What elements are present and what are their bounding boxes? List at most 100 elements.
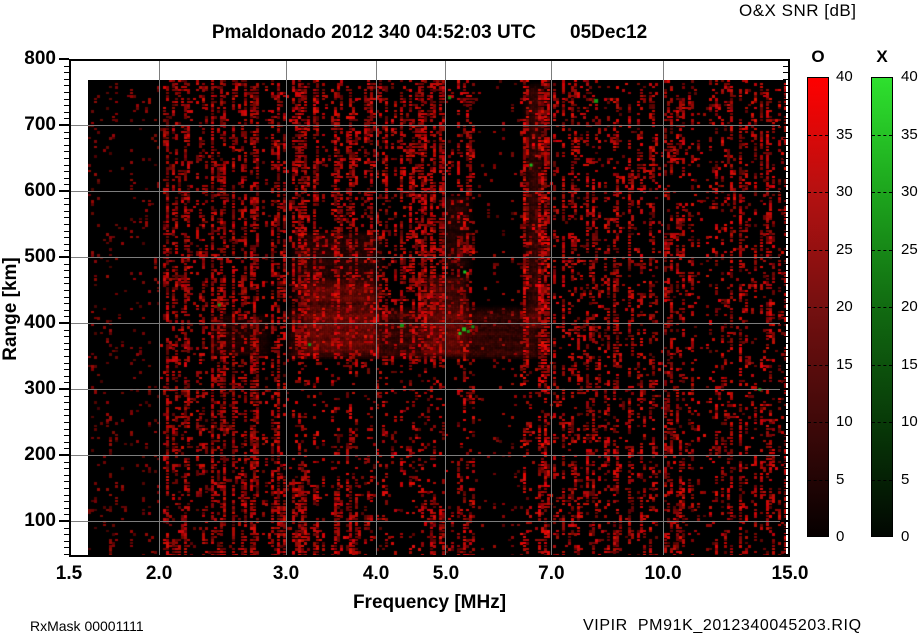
colorbar-tick-dash <box>808 364 828 366</box>
y-axis-minor-tick-right <box>783 237 790 239</box>
y-axis-minor-tick-right <box>783 435 790 437</box>
x-tick-label: 15.0 <box>771 563 809 584</box>
y-axis-major-tick <box>59 454 69 456</box>
y-axis-major-tick <box>59 256 69 258</box>
y-tick-label: 200 <box>24 444 56 465</box>
y-axis-minor-tick-right <box>783 369 790 371</box>
colorbar-tick-label: 25 <box>836 240 853 258</box>
y-axis-major-tick-right <box>780 190 790 192</box>
colorbar-tick-dash <box>872 422 892 423</box>
y-axis-minor-tick <box>64 204 69 206</box>
y-axis-minor-tick-right <box>783 375 790 377</box>
y-axis-minor-tick <box>64 481 69 483</box>
y-axis-minor-tick-right <box>783 65 790 67</box>
y-axis-minor-tick-right <box>783 402 790 404</box>
colorbar-tick-dash <box>808 422 828 423</box>
y-axis-minor-tick <box>64 309 69 311</box>
y-axis-minor-tick-right <box>783 468 790 470</box>
y-axis-minor-tick-right <box>783 448 790 450</box>
y-axis-minor-tick-right <box>783 171 790 173</box>
x-tick-label: 1.5 <box>55 563 83 584</box>
y-axis-minor-tick <box>64 441 69 443</box>
y-axis-minor-tick <box>64 111 69 113</box>
ionogram-figure: Pmaldonado 2012 340 04:52:03 UTC 05Dec12 … <box>0 0 922 636</box>
y-axis-minor-tick-right <box>783 177 790 179</box>
y-axis-minor-tick-right <box>783 217 790 219</box>
y-axis-minor-tick <box>64 224 69 225</box>
y-tick-label: 400 <box>24 312 56 333</box>
y-axis-minor-tick-right <box>783 243 790 245</box>
y-axis-minor-tick-right <box>783 276 790 278</box>
y-axis-minor-tick-right <box>783 72 790 74</box>
y-axis-minor-tick-right <box>783 342 790 344</box>
colorbar-tick-dash <box>872 192 892 193</box>
colorbar-tick-dash <box>872 307 892 308</box>
y-axis-minor-tick <box>64 158 69 159</box>
gridline-vertical <box>158 59 160 557</box>
y-axis-minor-tick <box>64 72 69 74</box>
y-axis-minor-tick <box>64 474 69 476</box>
y-axis-minor-tick <box>64 494 69 496</box>
y-axis-minor-tick <box>64 507 69 509</box>
y-tick-label: 100 <box>24 510 56 531</box>
y-axis-minor-tick <box>64 105 69 107</box>
y-axis-minor-tick <box>64 329 69 331</box>
y-axis-major-tick <box>59 190 69 192</box>
colorbar-tick-label: 15 <box>901 355 918 373</box>
y-axis-minor-tick-right <box>783 415 790 417</box>
y-axis-minor-tick <box>64 290 69 291</box>
y-axis-minor-tick-right <box>783 184 790 186</box>
footer-filename: VIPIR PM91K_2012340045203.RIQ <box>583 617 862 634</box>
y-axis-minor-tick <box>64 501 69 503</box>
y-axis-minor-tick <box>64 144 69 146</box>
y-axis-minor-tick-right <box>783 309 790 311</box>
y-axis-minor-tick-right <box>783 428 790 430</box>
y-axis-minor-tick <box>64 184 69 186</box>
y-axis-minor-tick <box>64 131 69 133</box>
y-axis-minor-tick <box>64 356 69 357</box>
y-axis-minor-tick <box>64 243 69 245</box>
y-axis-minor-tick-right <box>783 382 790 384</box>
y-axis-minor-tick <box>64 428 69 430</box>
y-axis-major-tick-right <box>780 256 790 258</box>
colorbar-tick-label: 0 <box>836 528 845 545</box>
y-axis-minor-tick-right <box>783 131 790 133</box>
y-axis-minor-tick-right <box>783 230 790 232</box>
colorbar-tick-label: 5 <box>836 470 845 488</box>
y-axis-minor-tick-right <box>783 316 790 318</box>
colorbar-tick-dash <box>808 249 828 251</box>
y-axis-minor-tick-right <box>783 547 790 549</box>
y-axis-minor-tick-right <box>783 98 790 100</box>
y-axis-minor-tick-right <box>783 461 790 463</box>
gridline-vertical <box>375 59 377 557</box>
y-axis-minor-tick-right <box>783 144 790 146</box>
gridline-vertical <box>285 59 287 557</box>
y-axis-minor-tick-right <box>783 494 790 496</box>
y-axis-minor-tick <box>64 435 69 437</box>
gridline-vertical <box>445 59 447 557</box>
x-colorbar-label: X <box>876 47 888 66</box>
y-axis-minor-tick <box>64 540 69 542</box>
colorbar-tick-label: 25 <box>901 240 918 258</box>
y-axis-minor-tick <box>64 85 69 87</box>
y-axis-minor-tick-right <box>783 224 790 225</box>
y-axis-minor-tick-right <box>783 527 790 529</box>
y-axis-major-tick <box>59 124 69 126</box>
colorbar-tick-dash <box>808 134 828 136</box>
y-axis-minor-tick-right <box>783 514 790 516</box>
colorbar-tick-dash <box>808 307 828 308</box>
y-axis-minor-tick <box>64 177 69 179</box>
y-axis-major-tick-right <box>780 520 790 522</box>
y-tick-label: 300 <box>24 378 56 399</box>
y-axis-minor-tick-right <box>783 290 790 291</box>
gridline-vertical <box>662 59 664 557</box>
y-axis-minor-tick <box>64 375 69 377</box>
x-tick-label: 4.0 <box>362 563 390 584</box>
y-axis-minor-tick <box>64 92 69 93</box>
colorbar-tick-label: 40 <box>901 68 918 85</box>
colorbar-tick-dash <box>808 479 828 481</box>
y-tick-label: 500 <box>24 246 56 267</box>
y-axis-minor-tick <box>64 171 69 173</box>
y-axis-minor-tick <box>64 217 69 219</box>
y-tick-label: 600 <box>24 180 56 201</box>
